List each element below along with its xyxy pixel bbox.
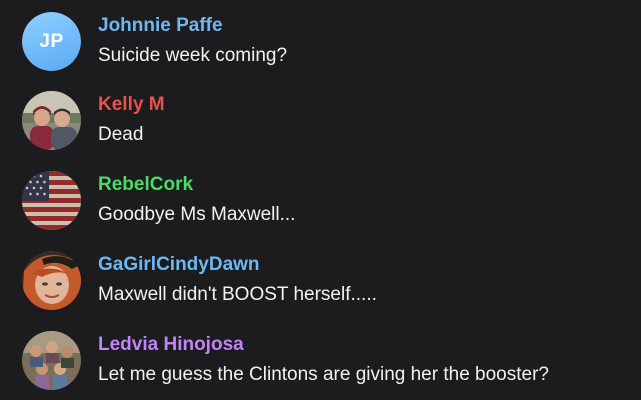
avatar-photo xyxy=(22,251,81,310)
message-author[interactable]: RebelCork xyxy=(98,174,193,196)
avatar[interactable] xyxy=(22,331,81,390)
message-author[interactable]: Ledvia Hinojosa xyxy=(98,334,244,356)
avatar[interactable]: JP xyxy=(22,12,81,71)
avatar[interactable] xyxy=(22,251,81,310)
us-flag-icon xyxy=(22,171,81,230)
message-author[interactable]: Johnnie Paffe xyxy=(98,15,223,37)
message-text: Maxwell didn't BOOST herself..... xyxy=(98,284,377,305)
avatar[interactable] xyxy=(22,171,81,230)
avatar[interactable] xyxy=(22,91,81,150)
chat-message: GaGirlCindyDawn Maxwell didn't BOOST her… xyxy=(22,251,637,313)
message-text: Goodbye Ms Maxwell... xyxy=(98,204,296,225)
message-text: Let me guess the Clintons are giving her… xyxy=(98,364,549,385)
message-author[interactable]: Kelly M xyxy=(98,94,165,116)
message-text: Dead xyxy=(98,124,144,145)
avatar-photo xyxy=(22,331,81,390)
avatar-initials: JP xyxy=(22,12,81,71)
chat-message: RebelCork Goodbye Ms Maxwell... xyxy=(22,171,637,233)
message-author[interactable]: GaGirlCindyDawn xyxy=(98,254,260,276)
chat-message: Ledvia Hinojosa Let me guess the Clinton… xyxy=(22,331,637,393)
message-text: Suicide week coming? xyxy=(98,45,288,66)
chat-message: JP Johnnie Paffe Suicide week coming? xyxy=(22,12,637,74)
avatar-photo xyxy=(22,91,81,150)
chat-message-list: JP Johnnie Paffe Suicide week coming? Ke… xyxy=(0,0,641,400)
chat-message: Kelly M Dead xyxy=(22,91,637,153)
